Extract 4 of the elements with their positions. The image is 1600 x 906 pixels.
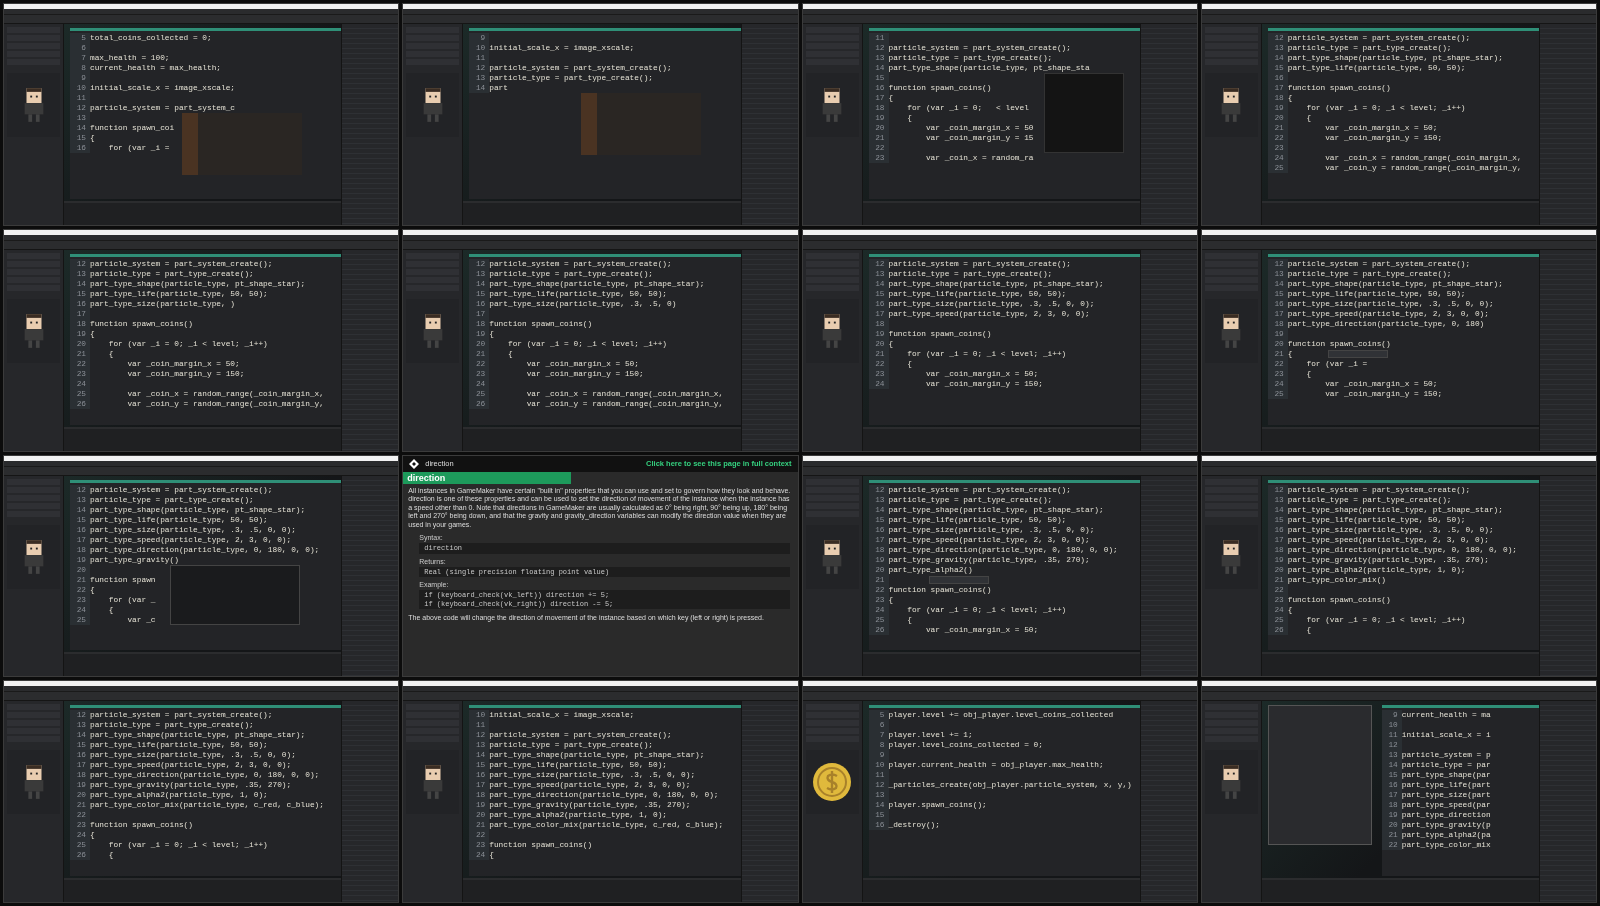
tooltip: [928, 575, 989, 584]
logo-icon: [409, 458, 420, 469]
tooltip: [1327, 349, 1388, 358]
coin-icon: [812, 762, 852, 803]
